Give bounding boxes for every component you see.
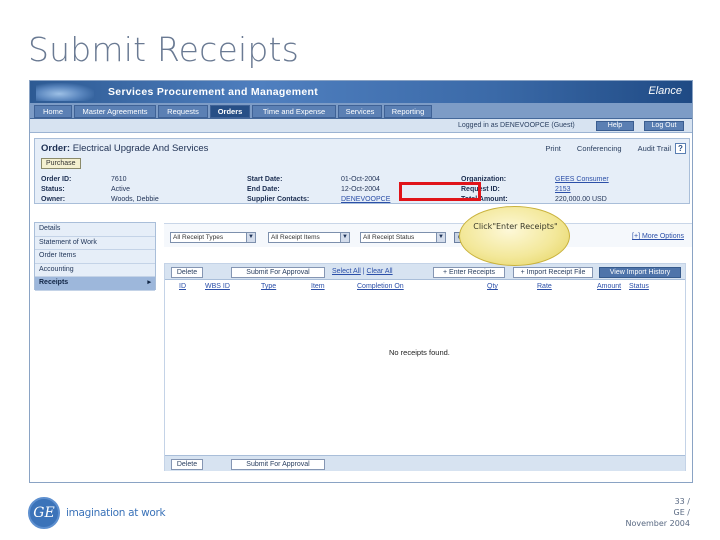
sidebar-item-order-items[interactable]: Order Items bbox=[35, 250, 155, 264]
ge-tagline: imagination at work bbox=[66, 507, 166, 519]
receipt-types-value: All Receipt Types bbox=[173, 234, 224, 241]
delete-button[interactable]: Delete bbox=[171, 267, 203, 278]
column-header-qty[interactable]: Qty bbox=[487, 283, 498, 290]
import-receipt-file-button[interactable]: + Import Receipt File bbox=[513, 267, 593, 278]
page-footer: 33 / GE / November 2004 bbox=[625, 496, 690, 529]
chevron-down-icon: ▼ bbox=[340, 233, 349, 242]
tab-reporting[interactable]: Reporting bbox=[384, 105, 432, 118]
owner-label: Owner: bbox=[41, 196, 66, 203]
slide-title: Submit Receipts bbox=[28, 30, 299, 69]
tab-services[interactable]: Services bbox=[338, 105, 382, 118]
organization-link[interactable]: GEES Consumer bbox=[555, 176, 609, 183]
chevron-down-icon: ▼ bbox=[436, 233, 445, 242]
globe-logo-icon bbox=[36, 83, 94, 101]
selection-links: Select All | Clear All bbox=[332, 268, 393, 275]
help-icon[interactable]: ? bbox=[675, 143, 686, 154]
app-title: Services Procurement and Management bbox=[108, 86, 319, 98]
presentation-date: November 2004 bbox=[625, 519, 690, 528]
tab-requests[interactable]: Requests bbox=[158, 105, 208, 118]
tab-time-and-expense[interactable]: Time and Expense bbox=[252, 105, 336, 118]
total-amount-value: 220,000.00 USD bbox=[555, 196, 607, 203]
tab-orders[interactable]: Orders bbox=[210, 105, 250, 118]
order-heading: Order: Electrical Upgrade And Services bbox=[41, 143, 208, 154]
receipt-items-value: All Receipt Items bbox=[271, 234, 320, 241]
app-header: Services Procurement and Management Elan… bbox=[30, 81, 692, 103]
caret-right-icon: ▸ bbox=[147, 279, 151, 286]
ge-logo: GE bbox=[28, 497, 60, 529]
utility-bar: Logged in as DENEVOOPCE (Guest) Help Log… bbox=[30, 119, 692, 133]
audit-trail-link[interactable]: Audit Trail bbox=[638, 144, 671, 153]
callout-text: Click"Enter Receipts" bbox=[473, 222, 558, 231]
receipts-table-header: ID WBS ID Type Item Completion On Qty Ra… bbox=[165, 283, 685, 293]
main-nav: Home Master Agreements Requests Orders T… bbox=[30, 103, 692, 119]
submit-for-approval-button[interactable]: Submit For Approval bbox=[231, 459, 325, 470]
receipt-filter-bar: All Receipt Types ▼ All Receipt Items ▼ … bbox=[164, 223, 692, 247]
conferencing-link[interactable]: Conferencing bbox=[577, 144, 622, 153]
status-label: Status: bbox=[41, 186, 65, 193]
receipts-action-bar-top: Delete Submit For Approval Select All | … bbox=[165, 264, 685, 280]
sidebar-item-statement-of-work[interactable]: Statement of Work bbox=[35, 236, 155, 250]
order-id-label: Order ID: bbox=[41, 176, 72, 183]
app-screenshot: Services Procurement and Management Elan… bbox=[29, 80, 693, 483]
order-side-menu: Details Statement of Work Order Items Ac… bbox=[34, 222, 156, 291]
chevron-down-icon: ▼ bbox=[246, 233, 255, 242]
order-id-value: 7610 bbox=[111, 176, 127, 183]
column-header-amount[interactable]: Amount bbox=[597, 283, 621, 290]
enter-receipts-button[interactable]: + Enter Receipts bbox=[433, 267, 505, 278]
column-header-type[interactable]: Type bbox=[261, 283, 276, 290]
purchase-button[interactable]: Purchase bbox=[41, 158, 81, 169]
receipt-types-select[interactable]: All Receipt Types ▼ bbox=[170, 232, 256, 243]
column-header-wbs-id[interactable]: WBS ID bbox=[205, 283, 230, 290]
supplier-contacts-label: Supplier Contacts: bbox=[247, 196, 310, 203]
request-id-link[interactable]: 2153 bbox=[555, 186, 571, 193]
order-links: Print Conferencing Audit Trail bbox=[531, 144, 671, 153]
sidebar-item-receipts-label: Receipts bbox=[39, 279, 69, 286]
column-header-item[interactable]: Item bbox=[311, 283, 325, 290]
more-options-link[interactable]: [+] More Options bbox=[632, 233, 684, 240]
receipt-items-select[interactable]: All Receipt Items ▼ bbox=[268, 232, 350, 243]
help-dropdown[interactable]: Help bbox=[596, 121, 634, 131]
start-date-value: 01-Oct-2004 bbox=[341, 176, 380, 183]
sidebar-item-details[interactable]: Details bbox=[35, 223, 155, 237]
page-number: 33 / bbox=[674, 497, 690, 506]
column-header-rate[interactable]: Rate bbox=[537, 283, 552, 290]
status-value: Active bbox=[111, 186, 131, 193]
column-header-id[interactable]: ID bbox=[179, 283, 186, 290]
company-name: GE / bbox=[673, 508, 691, 517]
order-summary: Order: Electrical Upgrade And Services P… bbox=[34, 138, 690, 204]
sidebar-item-receipts[interactable]: Receipts ▸ bbox=[35, 277, 155, 291]
logout-button[interactable]: Log Out bbox=[644, 121, 684, 131]
enter-receipts-highlight bbox=[399, 182, 481, 201]
print-link[interactable]: Print bbox=[545, 144, 560, 153]
end-date-value: 12-Oct-2004 bbox=[341, 186, 380, 193]
receipts-action-bar-bottom: Delete Submit For Approval bbox=[165, 455, 685, 471]
clear-all-link[interactable]: Clear All bbox=[367, 268, 393, 275]
logged-in-text: Logged in as DENEVOOPCE (Guest) bbox=[458, 122, 575, 129]
receipt-status-select[interactable]: All Receipt Status ▼ bbox=[360, 232, 446, 243]
receipt-status-value: All Receipt Status bbox=[363, 234, 415, 241]
column-header-completion-on[interactable]: Completion On bbox=[357, 283, 404, 290]
empty-state-message: No receipts found. bbox=[389, 348, 450, 357]
order-heading-name: Electrical Upgrade And Services bbox=[72, 143, 209, 154]
selection-separator: | bbox=[362, 268, 365, 275]
supplier-contacts-link[interactable]: DENEVOOPCE bbox=[341, 196, 390, 203]
view-import-history-button[interactable]: View Import History bbox=[599, 267, 681, 278]
brand-logo: Elance bbox=[648, 85, 682, 97]
column-header-status[interactable]: Status bbox=[629, 283, 649, 290]
owner-value: Woods, Debbie bbox=[111, 196, 159, 203]
select-all-link[interactable]: Select All bbox=[332, 268, 361, 275]
instruction-callout: Click"Enter Receipts" bbox=[459, 206, 570, 266]
delete-button[interactable]: Delete bbox=[171, 459, 203, 470]
submit-for-approval-button[interactable]: Submit For Approval bbox=[231, 267, 325, 278]
tab-home[interactable]: Home bbox=[34, 105, 72, 118]
receipts-panel: Delete Submit For Approval Select All | … bbox=[164, 263, 686, 471]
order-heading-prefix: Order: bbox=[41, 143, 71, 154]
tab-master-agreements[interactable]: Master Agreements bbox=[74, 105, 156, 118]
start-date-label: Start Date: bbox=[247, 176, 283, 183]
sidebar-item-accounting[interactable]: Accounting bbox=[35, 263, 155, 277]
end-date-label: End Date: bbox=[247, 186, 280, 193]
